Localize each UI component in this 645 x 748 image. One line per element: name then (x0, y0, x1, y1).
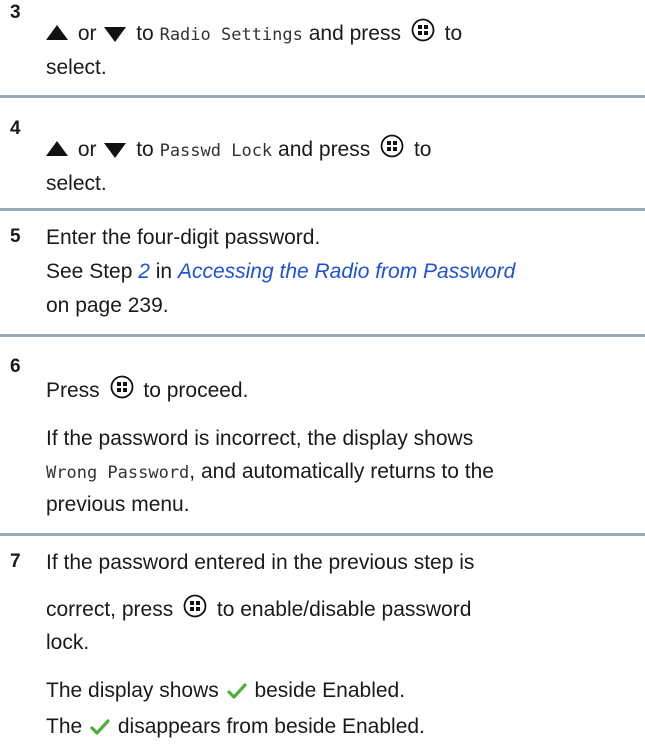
step-3-line-1: or to Radio Settings and press to (46, 18, 462, 51)
step-text: select. (46, 56, 107, 79)
step-text: If the password entered in the previous … (46, 551, 475, 574)
step-text: previous menu. (46, 493, 190, 516)
step-link[interactable]: 2 (138, 260, 150, 283)
step-6-line-3: Wrong Password, and automatically return… (46, 460, 494, 483)
step-5-line-2: See Step 2 in Accessing the Radio from P… (46, 260, 516, 283)
step-7-line-2: correct, press to enable/disable passwor… (46, 594, 471, 625)
menu-ok-button-icon (411, 19, 435, 42)
step-text: Enter the four-digit password. (46, 226, 321, 249)
step-number: 3 (10, 2, 21, 23)
step-number: 4 (10, 118, 21, 139)
menu-ok-button-icon (183, 595, 207, 618)
display-message: Wrong Password (46, 463, 190, 483)
step-number: 5 (10, 226, 21, 247)
menu-ok-button-icon (380, 135, 404, 158)
up-arrow-icon (46, 140, 68, 156)
step-number: 6 (10, 356, 21, 377)
section-link[interactable]: Accessing the Radio from Password (178, 260, 515, 283)
menu-ok-button-icon (110, 376, 133, 399)
step-number: 7 (10, 551, 21, 572)
up-arrow-icon (46, 24, 68, 40)
down-arrow-icon (104, 26, 127, 42)
checkmark-icon (90, 719, 110, 736)
step-divider (0, 334, 645, 337)
step-text: If the password is incorrect, the displa… (46, 427, 474, 450)
checkmark-icon (226, 683, 247, 700)
step-text: lock. (46, 631, 90, 654)
down-arrow-icon (104, 142, 127, 158)
step-7-line-5: The disappears from beside Enabled. (46, 715, 425, 738)
step-7-line-4: The display shows beside Enabled. (46, 679, 406, 702)
step-divider (0, 533, 645, 536)
step-4-line-1: or to Passwd Lock and press to (46, 134, 431, 167)
step-text: on page 239. (46, 294, 169, 317)
step-divider (0, 95, 645, 98)
step-divider (0, 208, 645, 211)
menu-name: Radio Settings (159, 25, 303, 45)
menu-name: Passwd Lock (159, 141, 273, 161)
step-6-line-1: Press to proceed. (46, 375, 248, 406)
step-text: select. (46, 172, 107, 195)
